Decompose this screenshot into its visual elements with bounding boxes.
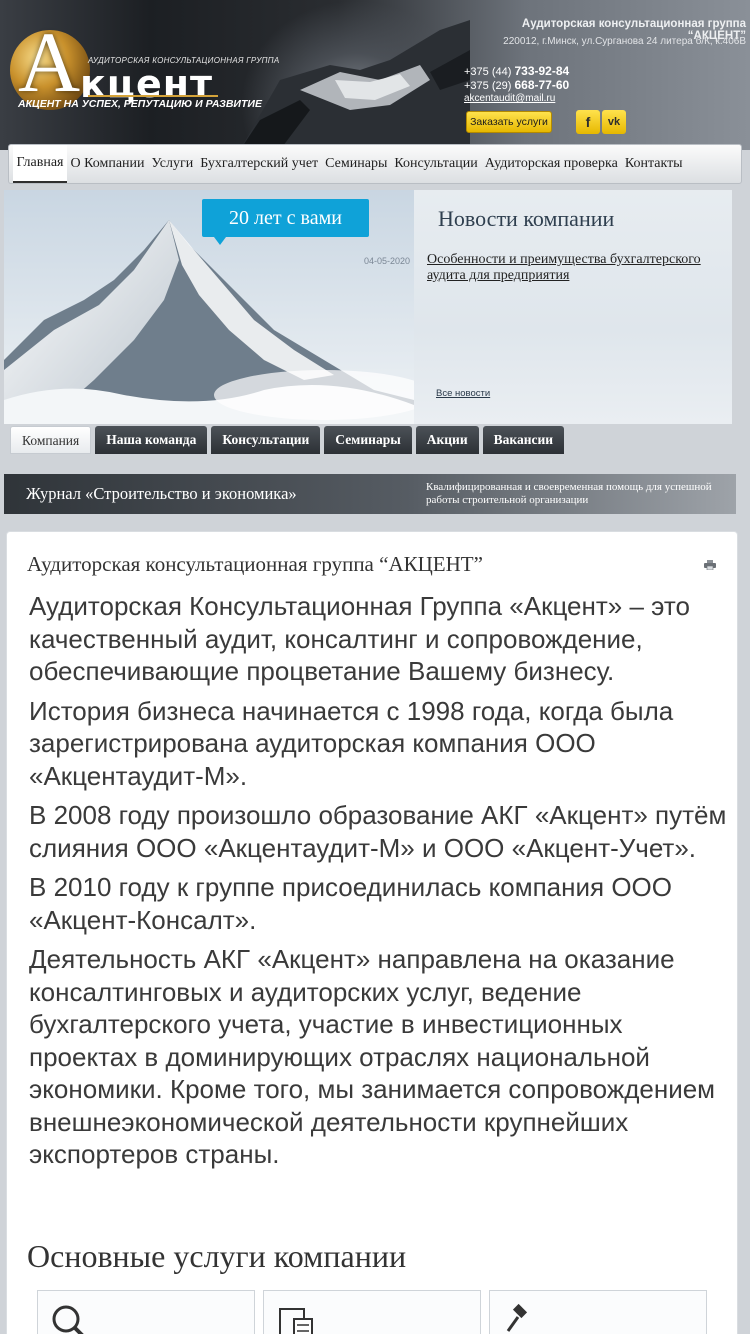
- main-content: Аудиторская консультационная группа “АКЦ…: [6, 531, 738, 1334]
- nav-item-about[interactable]: О Компании: [67, 146, 148, 182]
- phone-1-prefix: +375 (44): [464, 66, 512, 78]
- phone-1-number: 733-92-84: [514, 64, 570, 78]
- all-news-link[interactable]: Все новости: [436, 388, 490, 399]
- logo-slogan: АКЦЕНТ НА УСПЕХ, РЕПУТАЦИЮ И РАЗВИТИЕ: [18, 98, 262, 110]
- tab-team[interactable]: Наша команда: [95, 426, 208, 454]
- email-link[interactable]: akcentaudit@mail.ru: [464, 93, 555, 104]
- years-badge: 20 лет с вами: [202, 199, 369, 237]
- page-title: Аудиторская консультационная группа “АКЦ…: [27, 552, 483, 576]
- handshake-image: [240, 20, 470, 150]
- nav-item-consultations[interactable]: Консультации: [391, 146, 481, 182]
- nav-item-accounting[interactable]: Бухгалтерский учет: [197, 146, 322, 182]
- nav-item-seminars[interactable]: Семинары: [322, 146, 391, 182]
- logo-letter: А: [18, 14, 81, 110]
- service-card-legal[interactable]: [489, 1290, 707, 1334]
- order-services-button[interactable]: Заказать услуги: [466, 111, 552, 133]
- tab-vacancies[interactable]: Вакансии: [482, 426, 565, 454]
- facebook-icon[interactable]: f: [576, 110, 600, 134]
- paragraph: Аудиторская Консультационная Группа «Акц…: [29, 591, 690, 686]
- company-address: 220012, г.Минск, ул.Сурганова 24 литера …: [503, 36, 746, 47]
- phone-2-number: 668-77-60: [514, 78, 570, 92]
- about-text: Аудиторская Консультационная Группа «Акц…: [29, 590, 729, 1178]
- print-icon[interactable]: [704, 560, 716, 570]
- nav-item-contacts[interactable]: Контакты: [621, 146, 686, 182]
- gavel-icon: [506, 1303, 528, 1332]
- services-heading: Основные услуги компании: [27, 1238, 407, 1274]
- tab-promotions[interactable]: Акции: [415, 426, 479, 454]
- news-date: 04-05-2020: [364, 256, 411, 266]
- magnifier-icon: [52, 1305, 84, 1334]
- phone-2[interactable]: +375 (29) 668-77-60: [464, 78, 569, 92]
- tab-consultations[interactable]: Консультации: [211, 426, 321, 454]
- tab-company[interactable]: Компания: [10, 426, 92, 454]
- nav-item-home[interactable]: Главная: [13, 145, 67, 183]
- news-item-link[interactable]: Особенности и преимущества бухгалтерског…: [427, 252, 727, 284]
- service-card-audit[interactable]: [37, 1290, 255, 1334]
- nav-item-audit[interactable]: Аудиторская проверка: [481, 146, 621, 182]
- main-nav: Главная О Компании Услуги Бухгалтерский …: [8, 144, 742, 184]
- journal-description: Квалифицированная и своевременная помощь…: [426, 481, 712, 506]
- years-badge-pointer: [214, 237, 226, 245]
- news-heading: Новости компании: [438, 206, 615, 231]
- journal-bar[interactable]: Журнал «Строительство и экономика» Квали…: [4, 474, 736, 514]
- site-header: А АУДИТОРСКАЯ КОНСУЛЬТАЦИОННАЯ ГРУППА кц…: [0, 0, 750, 150]
- paragraph: В 2010 году к группе присоединилась комп…: [29, 872, 672, 935]
- phone-1[interactable]: +375 (44) 733-92-84: [464, 64, 569, 78]
- service-card-accounting[interactable]: [263, 1290, 481, 1334]
- calculator-docs-icon: [279, 1308, 313, 1334]
- phone-2-prefix: +375 (29): [464, 80, 512, 92]
- paragraph: Деятельность АКГ «Акцент» направлена на …: [29, 944, 716, 1169]
- paragraph: В 2008 году произошло образование АКГ «А…: [29, 800, 727, 863]
- tab-seminars[interactable]: Семинары: [324, 426, 412, 454]
- vk-icon[interactable]: vk: [602, 110, 626, 134]
- content-tabs: Компания Наша команда Консультации Семин…: [10, 426, 565, 456]
- logo-underline: [88, 95, 218, 97]
- journal-title[interactable]: Журнал «Строительство и экономика»: [26, 484, 297, 504]
- nav-item-services[interactable]: Услуги: [148, 146, 197, 182]
- paragraph: История бизнеса начинается с 1998 года, …: [29, 695, 674, 791]
